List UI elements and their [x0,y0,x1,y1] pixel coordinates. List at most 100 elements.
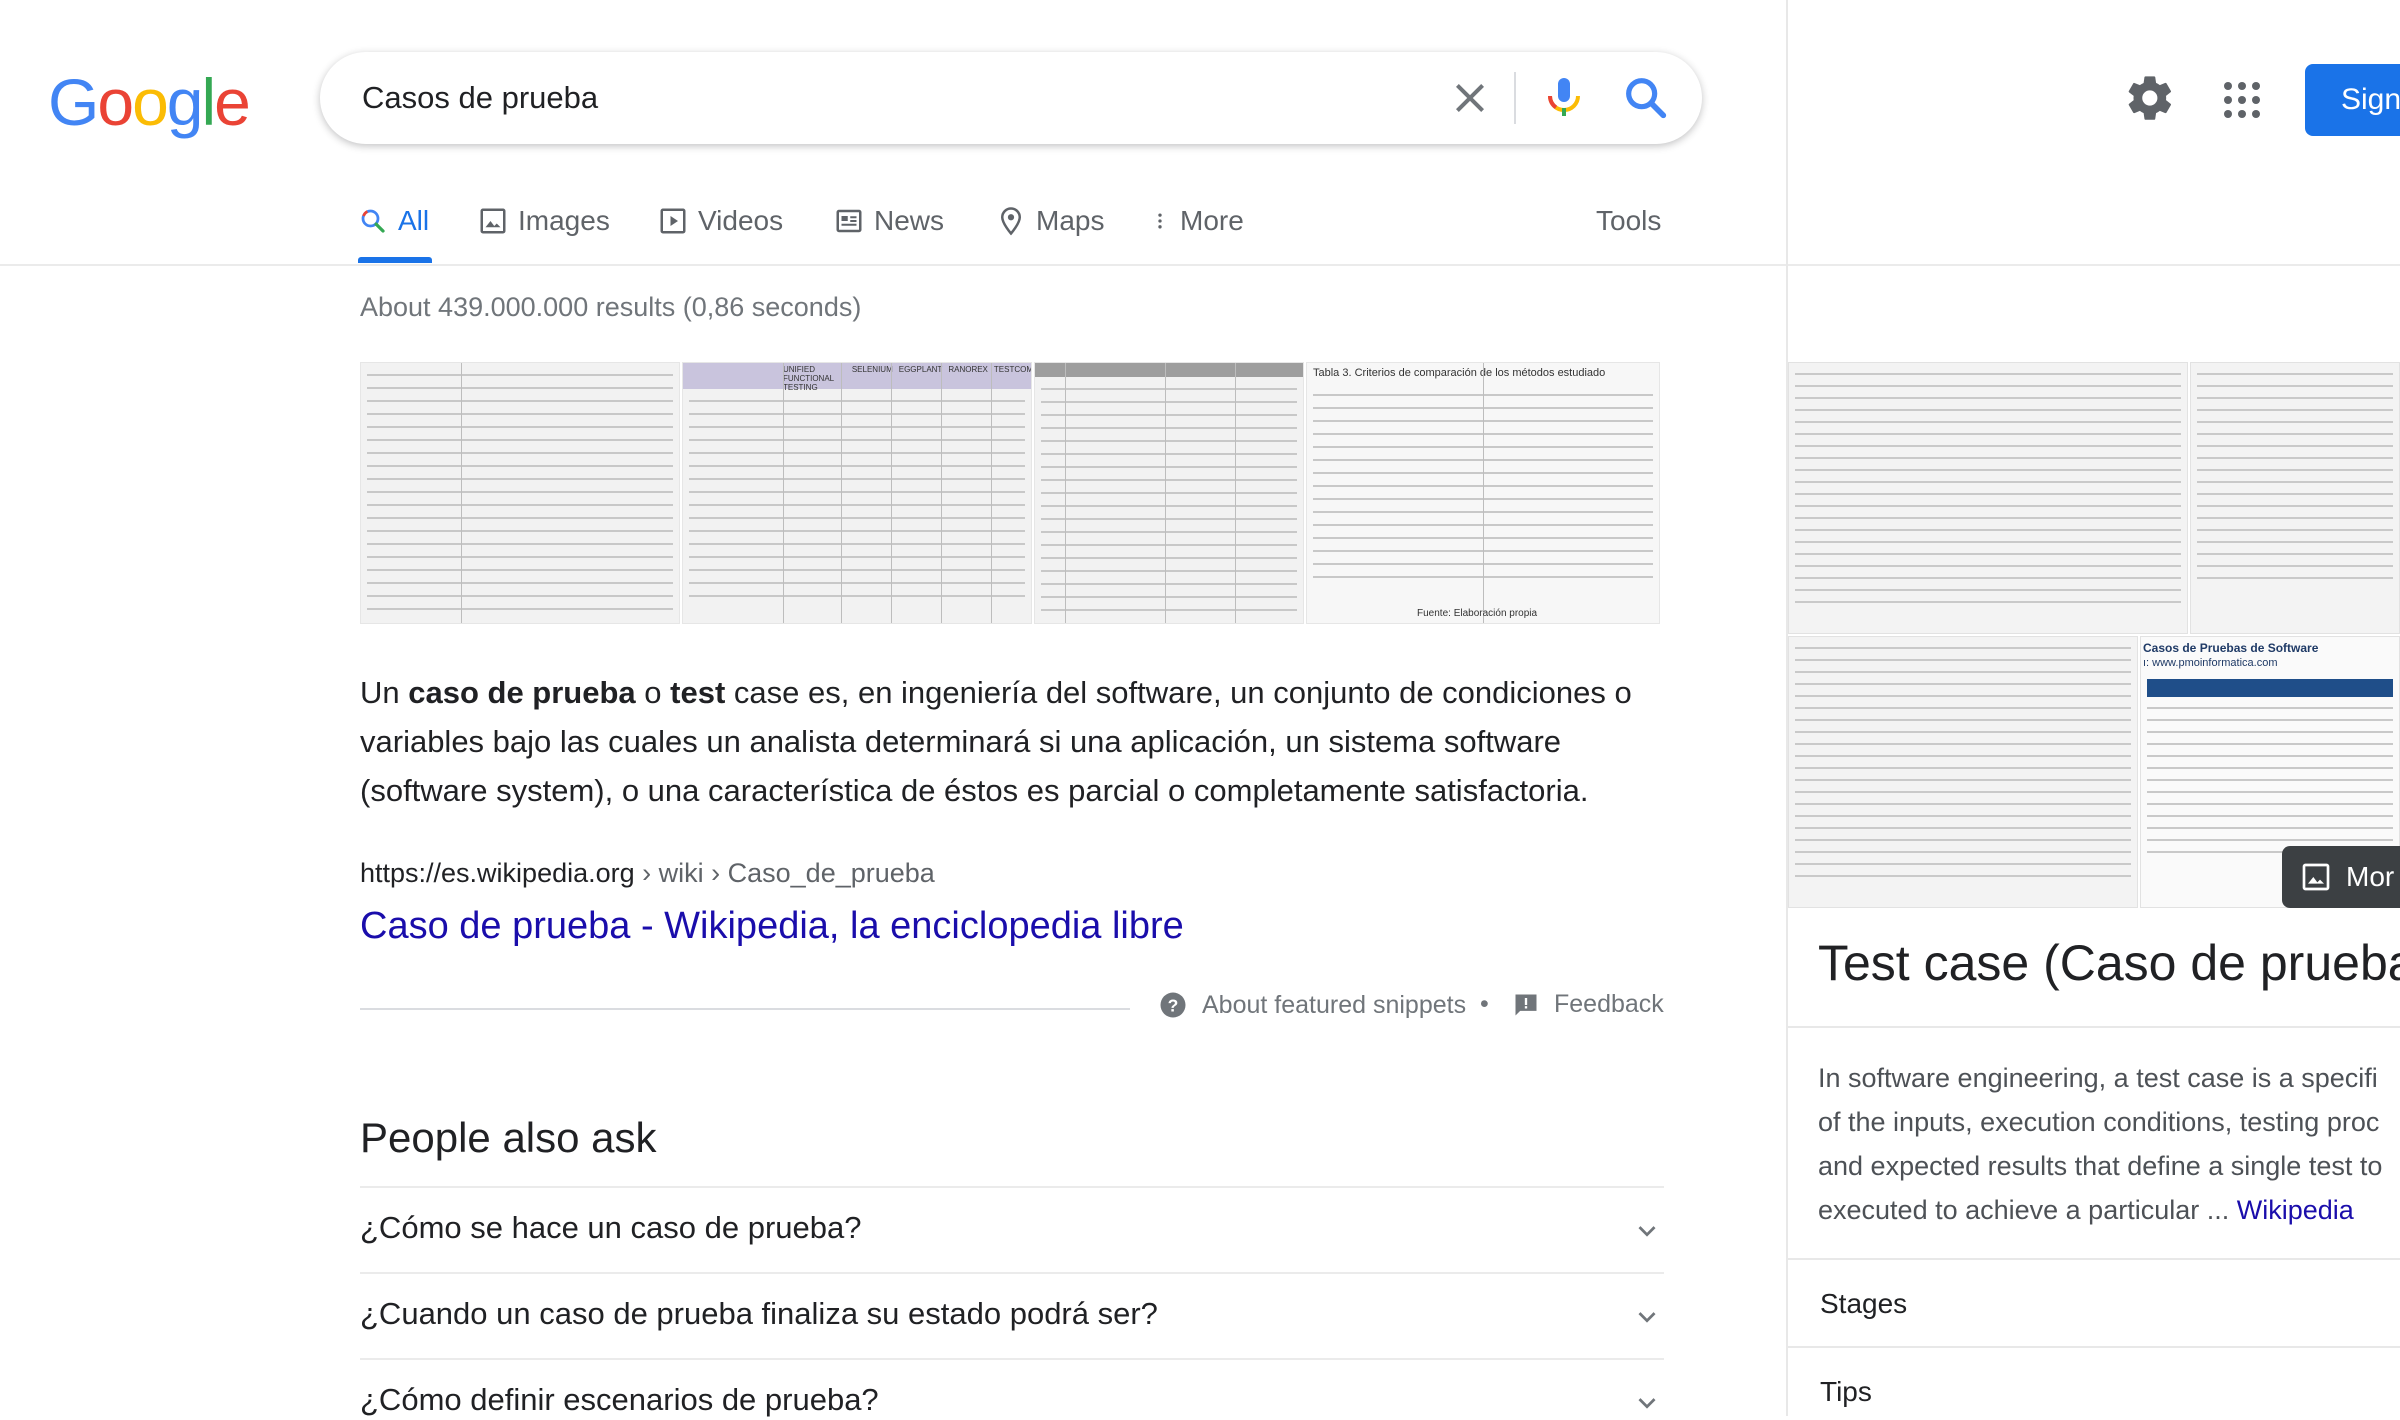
logo-letter: g [166,65,204,139]
feedback-icon [1515,994,1537,1015]
snippet-image-2[interactable]: UNIFIED FUNCTIONAL TESTING SELENIUM EGGP… [682,362,1032,624]
kp-desc-line: of the inputs, execution conditions, tes… [1818,1107,2380,1137]
kp-divider [1788,1258,2400,1260]
snippet-image-1[interactable] [360,362,680,624]
tab-label: Videos [698,205,784,236]
kp-desc-line: and expected results that define a singl… [1818,1151,2383,1181]
tab-label: All [398,205,430,236]
tab-tools[interactable]: Tools [1596,200,1661,242]
kp-thumb-url: ı: www.pmoinformatica.com [2143,657,2278,669]
paa-divider [360,1272,1664,1274]
thumb-header: UNIFIED FUNCTIONAL TESTING [783,365,834,392]
snippet-text: o [635,675,671,710]
feedback-label: Feedback [1554,990,1664,1018]
tab-videos[interactable]: Videos [658,200,783,242]
paa-question[interactable]: ¿Cómo definir escenarios de prueba? [360,1382,1664,1418]
pin-icon [1000,207,1022,236]
header-divider [0,264,2400,266]
paa-question[interactable]: ¿Cómo se hace un caso de prueba? [360,1210,1664,1246]
search-icon [361,209,385,233]
logo-letter: o [97,65,134,139]
kp-section-stages[interactable]: Stages [1820,1288,1907,1320]
newspaper-icon [836,209,862,233]
more-images-label: Mor [2346,861,2395,892]
google-logo[interactable]: Google [48,64,251,140]
logo-letter: e [214,65,251,139]
thumb-header: TESTCOM [993,365,1032,374]
tab-label: Maps [1036,205,1105,236]
image-icon [2302,863,2330,891]
kp-image-1[interactable] [1788,362,2188,634]
chevron-down-icon [1638,1226,1656,1237]
tab-all[interactable]: All [358,200,429,242]
search-divider [1514,72,1516,124]
thumb-header: EGGPLANT [898,365,943,374]
result-url[interactable]: https://es.wikipedia.org › wiki › Caso_d… [360,858,935,889]
wikipedia-link[interactable]: Wikipedia [2237,1195,2354,1225]
tab-label: Tools [1596,205,1662,236]
image-icon [480,208,506,234]
about-featured-snippets[interactable]: ? About featured snippets [1158,990,1466,1020]
about-label: About featured snippets [1202,990,1467,1019]
logo-letter: o [132,65,169,139]
tab-maps[interactable]: Maps [996,200,1104,242]
kp-desc-line: In software engineering, a test case is … [1818,1063,2378,1093]
mic-icon[interactable] [1540,74,1588,122]
knowledge-panel-description: In software engineering, a test case is … [1818,1056,2400,1232]
tab-more[interactable]: More [1150,200,1244,242]
search-input[interactable]: Casos de prueba [362,80,598,116]
kebab-icon [1158,213,1162,229]
tab-label: News [874,205,945,236]
kp-divider [1788,1346,2400,1348]
sign-in-button[interactable]: Sign [2305,64,2400,136]
apps-grid-icon[interactable] [2218,76,2266,124]
people-also-ask-heading: People also ask [360,1114,657,1161]
paa-question[interactable]: ¿Cuando un caso de prueba finaliza su es… [360,1296,1664,1332]
tab-images[interactable]: Images [478,200,610,242]
logo-letter: G [48,65,99,139]
kp-image-2[interactable] [2190,362,2400,634]
result-path: › wiki › Caso_de_prueba [634,858,935,888]
tab-label: Images [518,205,610,236]
kp-divider [1788,1026,2400,1028]
chevron-down-icon [1638,1398,1656,1409]
knowledge-panel-title: Test case (Caso de prueba) [1818,935,2400,991]
kp-desc-line: executed to achieve a particular ... [1818,1195,2237,1225]
separator-dot: • [1480,990,1489,1018]
snippet-image-4[interactable]: Tabla 3. Criterios de comparación de los… [1306,362,1660,624]
result-domain: https://es.wikipedia.org [360,858,635,888]
snippet-text: Un [360,675,409,710]
snippet-divider [360,1008,1130,1010]
search-icon[interactable] [1620,72,1672,124]
play-icon [660,208,686,234]
search-box[interactable]: Casos de prueba [320,52,1702,144]
thumb-header: SELENIUM [851,365,893,374]
snippet-bold: test [670,675,726,710]
logo-letter: l [201,65,217,139]
paa-question-text: ¿Cómo se hace un caso de prueba? [360,1210,862,1245]
featured-snippet-text: Un caso de prueba o test case es, en ing… [360,668,1660,815]
gear-icon[interactable] [2124,72,2176,124]
tab-news[interactable]: News [834,200,944,242]
thumb-source: Fuente: Elaboración propia [1417,608,1538,619]
kp-image-3[interactable] [1788,636,2138,908]
snippet-image-3[interactable] [1034,362,1304,624]
more-images-button[interactable]: Mor [2282,846,2400,908]
result-title-link[interactable]: Caso de prueba - Wikipedia, la enciclope… [360,905,1184,948]
kp-section-tips[interactable]: Tips [1820,1376,1872,1408]
svg-text:?: ? [1168,995,1179,1015]
paa-divider [360,1186,1664,1188]
chevron-down-icon [1638,1312,1656,1323]
feedback-link[interactable]: Feedback [1512,990,1664,1019]
result-stats: About 439.000.000 results (0,86 seconds) [360,292,862,322]
tab-label: More [1180,205,1244,236]
snippet-bold: caso de prueba [408,675,636,710]
help-icon: ? [1160,992,1186,1018]
active-tab-indicator [358,257,432,263]
paa-question-text: ¿Cómo definir escenarios de prueba? [360,1382,879,1417]
paa-divider [360,1358,1664,1360]
thumb-header: RANOREX [948,365,988,374]
paa-question-text: ¿Cuando un caso de prueba finaliza su es… [360,1296,1158,1331]
close-icon[interactable] [1446,74,1494,122]
kp-thumb-title: Casos de Pruebas de Software [2143,641,2319,655]
